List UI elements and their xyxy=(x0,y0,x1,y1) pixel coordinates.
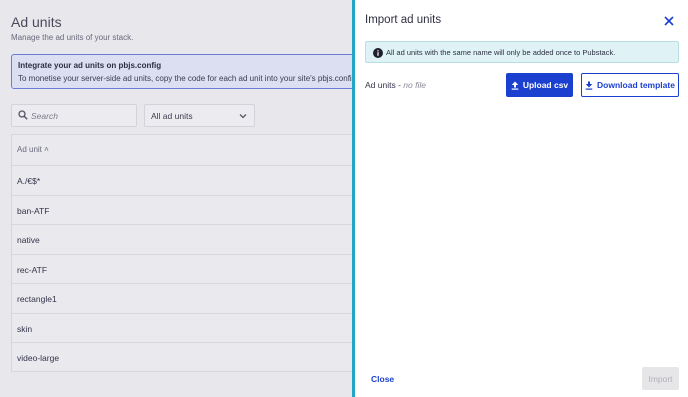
page-subtitle: Manage the ad units of your stack. xyxy=(11,33,134,42)
file-status: no file xyxy=(403,80,426,90)
chevron-down-icon xyxy=(239,114,247,119)
search-placeholder: Search xyxy=(31,111,58,121)
table-row[interactable]: rectangle1 xyxy=(12,284,360,314)
table-row[interactable]: video-large xyxy=(12,343,360,373)
ad-unit-name: video-large xyxy=(17,353,60,363)
table-row[interactable]: skin xyxy=(12,314,360,343)
download-template-button[interactable]: Download template xyxy=(581,73,679,97)
integration-info-banner: Integrate your ad units on pbjs.config T… xyxy=(11,54,371,89)
notice-text: All ad units with the same name will onl… xyxy=(386,48,616,57)
ad-unit-name: rectangle1 xyxy=(17,294,57,304)
ad-unit-name: A./€$* xyxy=(17,176,41,186)
upload-csv-button[interactable]: Upload csv xyxy=(506,73,573,97)
table-row[interactable]: ban-ATF xyxy=(12,196,360,225)
table-header-ad-unit[interactable]: Ad unit ˄ xyxy=(12,135,360,166)
ad-unit-name: ban-ATF xyxy=(17,205,50,216)
drawer-title: Import ad units xyxy=(365,14,442,26)
duplicate-name-notice: All ad units with the same name will onl… xyxy=(365,41,679,63)
column-header-label: Ad unit xyxy=(17,145,42,154)
close-icon[interactable] xyxy=(663,15,675,27)
import-ad-units-drawer: Import ad units All ad units with the sa… xyxy=(355,0,688,397)
ad-unit-name: native xyxy=(17,235,40,245)
upload-csv-label: Upload csv xyxy=(522,80,569,90)
banner-text: To monetise your server-side ad units, c… xyxy=(18,74,371,83)
ad-unit-name: skin xyxy=(17,323,33,334)
table-row[interactable]: native xyxy=(12,225,360,255)
banner-title: Integrate your ad units on pbjs.config xyxy=(18,61,162,70)
download-icon xyxy=(585,81,593,90)
file-status-label: Ad units - no file xyxy=(365,80,426,90)
download-template-label: Download template xyxy=(597,80,675,90)
file-label: Ad units xyxy=(365,80,396,90)
sort-ascending-icon: ˄ xyxy=(44,145,49,154)
upload-icon xyxy=(511,81,519,90)
ad-unit-filter-select[interactable]: All ad units xyxy=(144,104,255,127)
page-title: Ad units xyxy=(11,14,62,30)
close-button[interactable]: Close xyxy=(371,374,394,384)
table-row[interactable]: rec-ATF xyxy=(12,255,360,284)
info-icon xyxy=(373,47,383,58)
import-button[interactable]: Import xyxy=(642,367,679,390)
search-icon xyxy=(18,110,28,120)
filter-selected-value: All ad units xyxy=(151,111,193,121)
table-row[interactable]: A./€$* xyxy=(12,166,360,196)
ad-unit-name: rec-ATF xyxy=(17,264,48,275)
ad-units-table: Ad unit ˄ A./€$* ban-ATF native rec-ATF … xyxy=(11,134,361,372)
search-input[interactable]: Search xyxy=(11,104,137,127)
